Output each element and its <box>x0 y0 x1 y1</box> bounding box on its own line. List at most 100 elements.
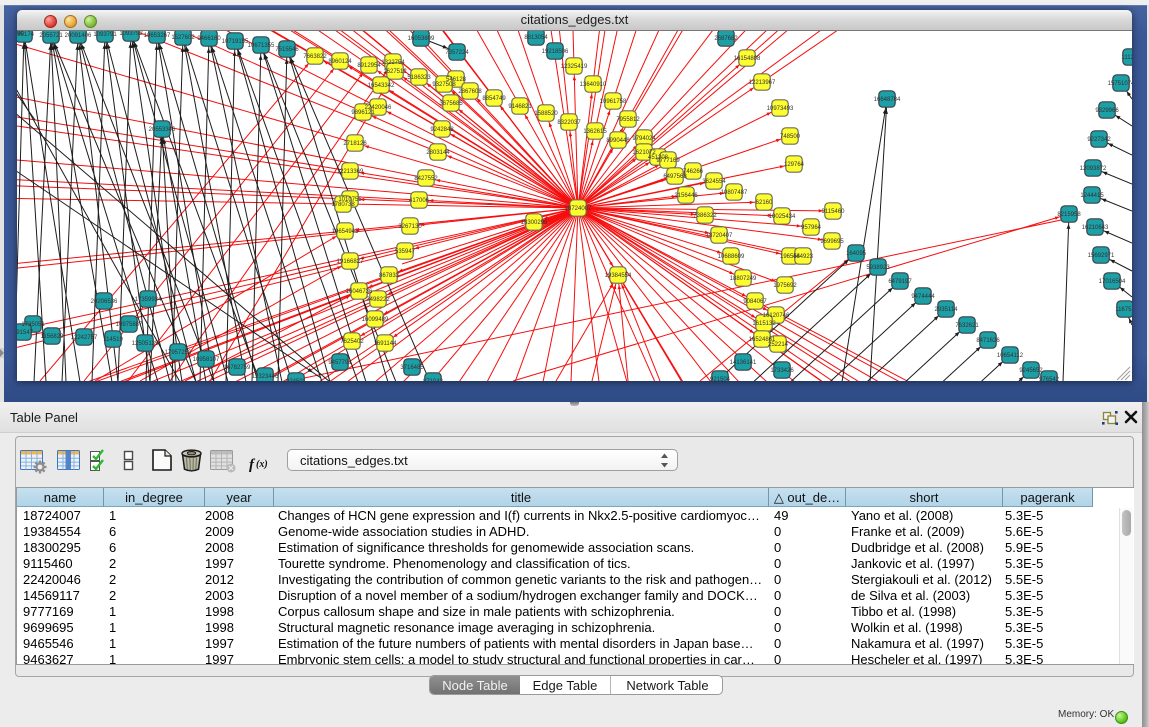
svg-text:129764: 129764 <box>784 162 805 168</box>
svg-text:8854749: 8854749 <box>482 96 506 102</box>
svg-text:5186323: 5186323 <box>407 75 431 81</box>
svg-text:16543342: 16543342 <box>368 83 395 89</box>
svg-text:1244415: 1244415 <box>1080 193 1104 199</box>
svg-text:417006: 417006 <box>409 198 430 204</box>
svg-text:9777169: 9777169 <box>656 158 680 164</box>
svg-text:1733426: 1733426 <box>770 368 794 374</box>
svg-text:2156446: 2156446 <box>674 193 698 199</box>
svg-text:7515546: 7515546 <box>275 47 299 53</box>
svg-text:8471626: 8471626 <box>976 338 1000 344</box>
svg-text:9699695: 9699695 <box>820 239 844 245</box>
svg-text:748500: 748500 <box>780 134 801 140</box>
svg-text:1975692: 1975692 <box>773 283 797 289</box>
svg-text:116753: 116753 <box>1115 307 1132 313</box>
svg-text:7386322: 7386322 <box>693 213 717 219</box>
svg-text:9466160: 9466160 <box>197 36 221 42</box>
svg-text:2718126: 2718126 <box>343 141 367 147</box>
svg-text:1093791: 1093791 <box>93 32 117 38</box>
svg-text:464923: 464923 <box>793 254 814 260</box>
svg-text:19384554: 19384554 <box>605 273 632 279</box>
svg-text:20091406: 20091406 <box>65 33 92 39</box>
svg-text:114519: 114519 <box>103 337 123 343</box>
svg-text:62160: 62160 <box>756 200 773 206</box>
svg-text:9245652: 9245652 <box>1019 368 1043 374</box>
svg-text:10654112: 10654112 <box>997 353 1024 359</box>
svg-text:9242848: 9242848 <box>430 127 454 133</box>
svg-text:15751074: 15751074 <box>1108 81 1132 87</box>
svg-text:12093872: 12093872 <box>1080 166 1107 172</box>
svg-text:9227342: 9227342 <box>1087 137 1111 143</box>
svg-text:2935114: 2935114 <box>935 307 959 313</box>
svg-text:164095: 164095 <box>846 251 867 257</box>
svg-text:9794024: 9794024 <box>632 136 656 142</box>
svg-text:3675685: 3675685 <box>439 101 463 107</box>
svg-text:16210643: 16210643 <box>1082 225 1109 231</box>
svg-text:18720407: 18720407 <box>706 233 733 239</box>
svg-text:18724007: 18724007 <box>565 206 592 212</box>
svg-text:1780738: 1780738 <box>331 202 355 208</box>
svg-text:7632621: 7632621 <box>955 323 979 329</box>
svg-text:1322754: 1322754 <box>381 60 405 66</box>
svg-text:16154808: 16154808 <box>734 56 761 62</box>
svg-text:2687682: 2687682 <box>714 36 738 42</box>
svg-text:391547: 391547 <box>17 330 34 336</box>
svg-text:921504: 921504 <box>710 377 731 381</box>
svg-text:9084067: 9084067 <box>743 299 767 305</box>
svg-text:3498222: 3498222 <box>366 297 390 303</box>
svg-text:2867608: 2867608 <box>458 89 482 95</box>
svg-text:15692971: 15692971 <box>1088 253 1115 259</box>
svg-text:19218506: 19218506 <box>542 49 569 55</box>
svg-text:16053809: 16053809 <box>408 36 435 42</box>
svg-text:9896121: 9896121 <box>351 110 375 116</box>
svg-text:18300295: 18300295 <box>521 220 548 226</box>
svg-text:12325419: 12325419 <box>561 64 588 70</box>
svg-text:17359934: 17359934 <box>135 297 162 303</box>
svg-text:10961758: 10961758 <box>600 99 627 105</box>
svg-text:16099489: 16099489 <box>362 317 389 323</box>
svg-text:10653267: 10653267 <box>144 33 171 39</box>
svg-text:111273: 111273 <box>1121 55 1132 61</box>
svg-text:20553346: 20553346 <box>149 127 176 133</box>
svg-text:10958107: 10958107 <box>193 357 220 363</box>
svg-text:17957253: 17957253 <box>165 350 192 356</box>
svg-text:6497568: 6497568 <box>663 174 687 180</box>
svg-text:6479197: 6479197 <box>888 279 912 285</box>
svg-text:924501: 924501 <box>286 379 307 381</box>
svg-text:12505135: 12505135 <box>132 341 159 347</box>
svg-text:10671355: 10671355 <box>248 43 275 49</box>
svg-text:2803144: 2803144 <box>426 150 450 156</box>
svg-text:12242757: 12242757 <box>71 335 98 341</box>
svg-text:(x): (x) <box>256 459 268 470</box>
svg-text:1093792: 1093792 <box>119 31 143 37</box>
svg-text:8215958: 8215958 <box>1057 212 1081 218</box>
svg-text:8912954: 8912954 <box>357 63 381 69</box>
svg-text:14136141: 14136141 <box>730 360 757 366</box>
svg-text:13640910: 13640910 <box>580 82 607 88</box>
svg-text:7357224: 7357224 <box>445 50 469 56</box>
svg-text:9115460: 9115460 <box>822 209 846 215</box>
svg-text:20206536: 20206536 <box>91 299 118 305</box>
svg-text:19654943: 19654943 <box>332 229 359 235</box>
svg-text:16046736: 16046736 <box>346 289 373 295</box>
svg-text:957964: 957964 <box>801 225 822 231</box>
svg-text:8813054: 8813054 <box>524 35 548 41</box>
svg-text:10688609: 10688609 <box>718 254 745 260</box>
svg-text:1627512: 1627512 <box>383 69 407 75</box>
svg-text:12213369: 12213369 <box>337 169 364 175</box>
svg-text:8427552: 8427552 <box>414 176 438 182</box>
svg-text:10719155: 10719155 <box>222 39 249 45</box>
svg-text:8322037: 8322037 <box>557 120 581 126</box>
svg-text:9329966: 9329966 <box>1095 108 1119 114</box>
svg-text:10973493: 10973493 <box>767 106 794 112</box>
svg-text:3624554: 3624554 <box>702 179 726 185</box>
svg-text:19166827: 19166827 <box>337 259 364 265</box>
svg-text:871042: 871042 <box>423 379 444 381</box>
svg-text:9327508: 9327508 <box>432 82 456 88</box>
svg-text:18807249: 18807249 <box>730 276 757 282</box>
svg-text:1362615: 1362615 <box>583 129 607 135</box>
svg-text:17016504: 17016504 <box>1099 279 1126 285</box>
svg-text:3267130: 3267130 <box>398 224 422 230</box>
svg-text:976542: 976542 <box>1039 377 1060 381</box>
svg-text:9146821: 9146821 <box>508 104 532 110</box>
svg-text:8960124: 8960124 <box>328 59 352 65</box>
